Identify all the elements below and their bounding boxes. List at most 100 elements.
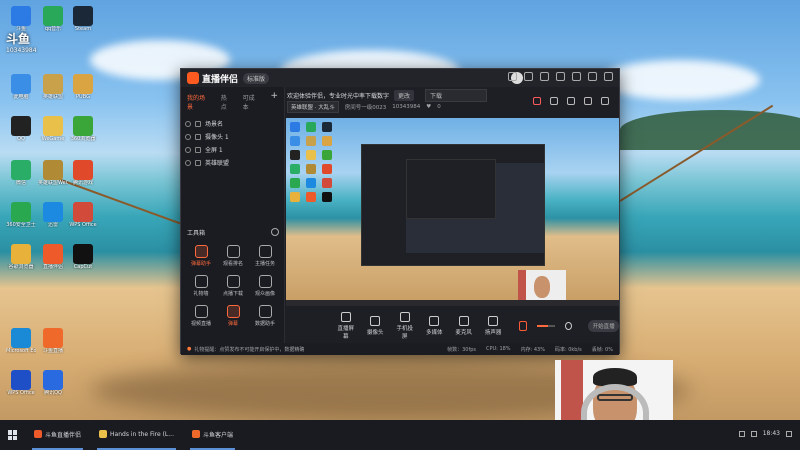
stream-preview[interactable] <box>286 118 619 306</box>
desktop-icon[interactable]: 微信 <box>6 160 36 198</box>
tab-cost[interactable]: 可成本 <box>243 93 261 111</box>
preview-taskbar <box>286 300 619 306</box>
minimize-icon[interactable] <box>572 72 581 81</box>
scene-item[interactable]: 英雄联盟 <box>185 156 280 169</box>
desktop-icon[interactable]: 360安全卫士 <box>6 202 36 240</box>
screen-capture-button[interactable]: 直播屏幕 <box>336 312 355 340</box>
desktop-icon[interactable]: 直播伴侣 <box>38 244 68 282</box>
lock-icon[interactable] <box>195 146 201 153</box>
eye-icon[interactable] <box>185 120 191 127</box>
desktop-icon[interactable]: Microsoft Edge <box>6 328 36 366</box>
lock-icon[interactable] <box>195 133 201 140</box>
message-icon[interactable] <box>508 72 517 81</box>
tab-my-scenes[interactable]: 我的场景 <box>187 93 211 111</box>
tool-label: 观众画像 <box>254 291 275 297</box>
settings-icon[interactable] <box>565 322 573 330</box>
desktop-icon[interactable]: WeGame <box>38 116 68 154</box>
desktop-icon[interactable]: 英雄联盟WeGame版 <box>38 160 68 198</box>
quality-slider[interactable] <box>537 325 556 327</box>
sidebar-tabs: 我的场景 热点 可成本 + <box>181 87 284 115</box>
taskbar-item[interactable]: Hands in the Fire (L... <box>97 420 176 450</box>
scene-label: 场景名 <box>205 121 224 128</box>
tool-viewer-rank[interactable]: 观看排名 <box>217 245 249 267</box>
ctrl-label: 麦克风 <box>455 330 472 336</box>
category-select[interactable]: 英雄联盟 · 大乱斗 <box>287 101 339 113</box>
skin-icon[interactable] <box>524 72 533 81</box>
screenshot-icon[interactable] <box>567 97 575 105</box>
tool-danmu-assistant[interactable]: 弹幕助手 <box>185 245 217 267</box>
desktop-icon-label: WPS Office <box>7 390 35 396</box>
windows-start-icon[interactable] <box>8 430 18 440</box>
share-icon[interactable] <box>601 97 609 105</box>
gear-icon[interactable] <box>271 228 279 236</box>
lock-icon[interactable] <box>195 120 201 127</box>
desktop-icon[interactable]: PUBG <box>68 74 98 112</box>
scene-item[interactable]: 全屏 1 <box>185 143 280 156</box>
tool-danmu[interactable]: 弹幕 <box>217 305 249 327</box>
tab-hot[interactable]: 热点 <box>221 93 233 111</box>
desktop-icon[interactable]: 此电脑 <box>6 74 36 112</box>
desktop-icon[interactable]: CapCut <box>68 244 98 282</box>
add-scene-icon[interactable]: + <box>270 92 278 111</box>
microphone-button[interactable]: 麦克风 <box>454 316 473 336</box>
tool-data-assistant[interactable]: 数据助手 <box>249 305 281 327</box>
app-icon <box>11 370 31 390</box>
desktop-icon[interactable]: 腾讯QQ <box>38 370 68 408</box>
desktop-icon[interactable]: 斗鱼直播 <box>38 328 68 366</box>
clock[interactable]: 18:43 <box>763 430 780 437</box>
desktop-icon-label: 谷歌浏览器 <box>8 264 34 270</box>
notification-icon[interactable] <box>786 430 792 437</box>
menu-icon[interactable] <box>556 72 565 81</box>
volume-icon[interactable] <box>750 430 757 437</box>
network-icon[interactable] <box>738 430 745 437</box>
desktop-icon[interactable]: QQ <box>6 116 36 154</box>
record-icon[interactable] <box>518 321 528 331</box>
tool-video-live[interactable]: 视频直播 <box>185 305 217 327</box>
desktop-icon[interactable]: WPS Office <box>6 370 36 408</box>
tool-download[interactable]: 点播下载 <box>217 275 249 297</box>
phone-cast-button[interactable]: 手机投屏 <box>395 312 414 340</box>
window-controls <box>508 72 613 81</box>
desktop-icon[interactable]: 腾讯游戏 <box>68 160 98 198</box>
status-warning: 礼物提醒：点赞发布不可能开启保护中，数据精确 <box>194 346 305 353</box>
eye-icon[interactable] <box>185 146 191 153</box>
desktop-icon[interactable]: Steam <box>68 6 98 44</box>
scene-label: 全屏 1 <box>205 147 223 154</box>
tool-viewer-profile[interactable]: 观众画像 <box>249 275 281 297</box>
lock-icon[interactable] <box>195 159 201 166</box>
settings-icon[interactable] <box>540 72 549 81</box>
app-icon <box>192 430 200 438</box>
desktop-icon[interactable]: 360浏览器 <box>68 116 98 154</box>
title-select[interactable]: 下载 <box>425 88 488 102</box>
speaker-button[interactable]: 扬声器 <box>483 316 502 336</box>
media-button[interactable]: 多媒体 <box>424 316 443 336</box>
chat-icon <box>226 305 240 318</box>
desktop-icon[interactable]: 迅雷 <box>38 202 68 240</box>
taskbar-item[interactable]: 斗鱼直播伴侣 <box>32 420 84 450</box>
camera-button[interactable]: 摄像头 <box>365 316 384 336</box>
desktop-icon[interactable]: 英雄联盟 <box>38 74 68 112</box>
scene-label: 英雄联盟 <box>205 160 230 167</box>
tool-label: 数据助手 <box>254 321 275 327</box>
taskbar-item[interactable]: 斗鱼客户端 <box>190 420 236 450</box>
eye-icon[interactable] <box>185 133 191 140</box>
start-live-button[interactable]: 开始直播 <box>588 320 619 332</box>
lock-icon[interactable] <box>550 97 558 105</box>
notification-icon[interactable] <box>584 97 592 105</box>
scene-item[interactable]: 摄像头 1 <box>185 130 280 143</box>
record-icon[interactable] <box>533 97 541 105</box>
desktop-icon[interactable]: WPS Office <box>68 202 98 240</box>
edit-button[interactable]: 更改 <box>394 89 415 101</box>
tool-gift-wall[interactable]: 礼物墙 <box>185 275 217 297</box>
maximize-icon[interactable] <box>588 72 597 81</box>
desktop-icon-label: 360安全卫士 <box>6 222 36 228</box>
close-icon[interactable] <box>604 72 613 81</box>
desktop-icon[interactable]: 谷歌浏览器 <box>6 244 36 282</box>
tool-anchor-task[interactable]: 主播任务 <box>249 245 281 267</box>
eye-icon[interactable] <box>185 159 191 166</box>
app-icon <box>11 74 31 94</box>
scene-item[interactable]: 场景名 <box>185 117 280 130</box>
version-badge[interactable]: 标准版 <box>243 72 270 84</box>
upload-icon <box>194 305 208 318</box>
heart-icon: ♥ <box>426 104 432 110</box>
